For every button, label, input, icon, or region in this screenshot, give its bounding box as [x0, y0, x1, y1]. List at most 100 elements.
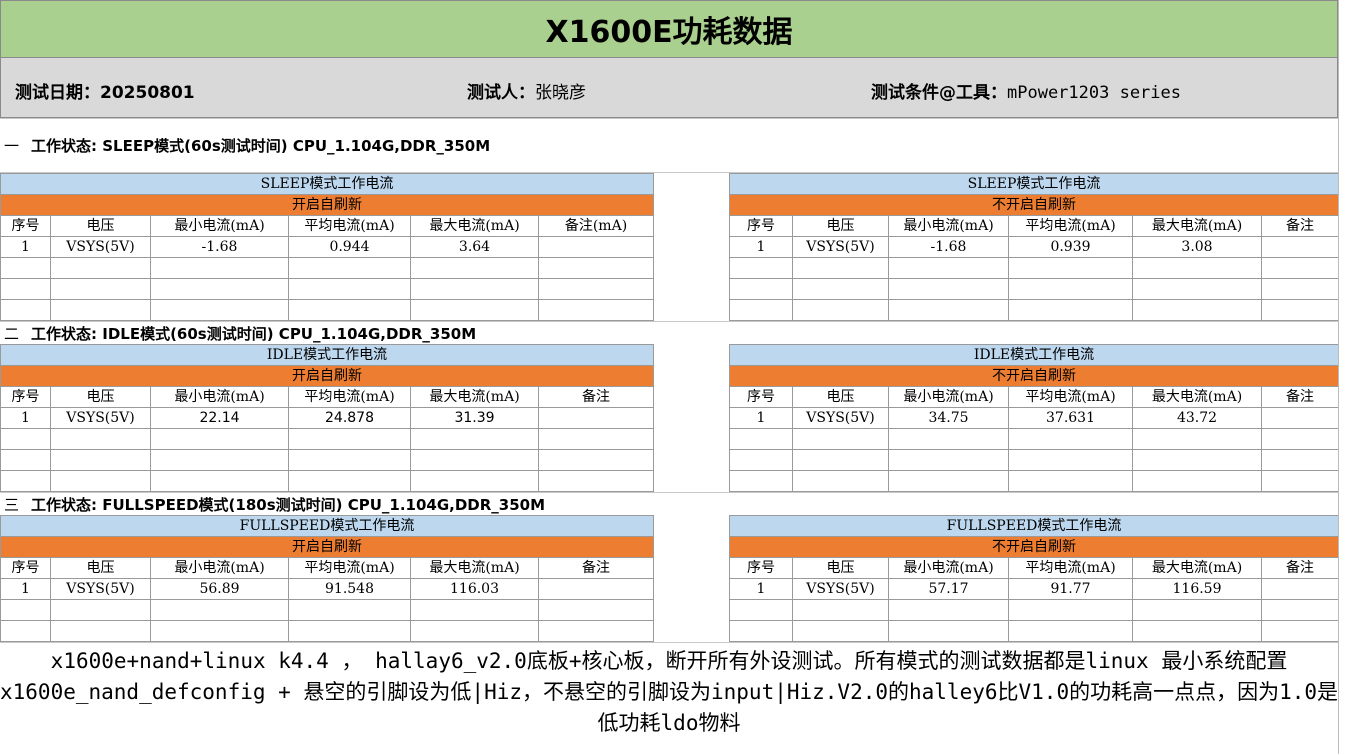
empty-cell [410, 428, 539, 450]
table-cell: 91.77 [1008, 578, 1133, 600]
empty-cell [150, 449, 289, 471]
refresh-mode-label: 开启自刷新 [0, 194, 654, 216]
refresh-mode-label: 不开启自刷新 [729, 536, 1339, 558]
column-header: 电压 [50, 215, 151, 237]
empty-cell [538, 449, 654, 471]
section-label: 工作状态: SLEEP模式(60s测试时间) CPU_1.104G,DDR_35… [31, 137, 491, 155]
empty-cell [1261, 470, 1339, 492]
section-number: 一 [4, 137, 20, 155]
column-header: 序号 [729, 557, 793, 579]
table-cell: 1 [729, 236, 793, 258]
empty-cell [50, 620, 151, 642]
empty-cell [888, 620, 1009, 642]
column-header: 序号 [0, 386, 51, 408]
empty-cell [729, 428, 793, 450]
empty-cell [888, 470, 1009, 492]
empty-cell [410, 470, 539, 492]
empty-cell [1132, 278, 1262, 300]
table-cell: 43.72 [1132, 407, 1262, 429]
table-cell: 1 [729, 578, 793, 600]
empty-row [0, 299, 654, 321]
empty-cell [50, 449, 151, 471]
column-header: 最小电流(mA) [150, 215, 289, 237]
empty-cell [288, 428, 411, 450]
empty-cell [1008, 620, 1133, 642]
column-header: 序号 [0, 557, 51, 579]
empty-cell [792, 299, 889, 321]
empty-cell [1008, 449, 1133, 471]
column-header: 备注 [1261, 386, 1339, 408]
empty-row [0, 278, 654, 300]
table-cell: 116.59 [1132, 578, 1262, 600]
table-cell [538, 236, 654, 258]
power-table-left: SLEEP模式工作电流 开启自刷新 序号 电压 最小电流(mA) 平均电流(mA) 最大电流… [0, 173, 654, 321]
column-header: 备注(mA) [538, 215, 654, 237]
empty-row [729, 599, 1339, 621]
column-header: 平均电流(mA) [1008, 386, 1133, 408]
column-header: 最小电流(mA) [150, 386, 289, 408]
power-table-right: SLEEP模式工作电流 不开启自刷新 序号 电压 最小电流(mA) 平均电流(mA) 最大电… [729, 173, 1339, 321]
empty-cell [0, 470, 51, 492]
column-header: 电压 [50, 386, 151, 408]
empty-cell [1261, 299, 1339, 321]
empty-cell [538, 428, 654, 450]
table-cell: 0.939 [1008, 236, 1133, 258]
empty-row [0, 620, 654, 642]
empty-row [0, 257, 654, 279]
grid-line [0, 172, 1338, 173]
test-date-label: 测试日期： [15, 83, 100, 103]
empty-cell [288, 449, 411, 471]
empty-cell [288, 470, 411, 492]
sheet-title: X1600E功耗数据 [0, 0, 1338, 58]
table-header: FULLSPEED模式工作电流 [729, 515, 1339, 537]
empty-cell [50, 278, 151, 300]
empty-cell [288, 620, 411, 642]
column-header: 序号 [729, 215, 793, 237]
column-header: 电压 [792, 557, 889, 579]
empty-cell [50, 257, 151, 279]
empty-cell [1261, 449, 1339, 471]
empty-row [729, 428, 1339, 450]
empty-cell [150, 299, 289, 321]
column-header: 最大电流(mA) [410, 386, 539, 408]
empty-cell [888, 428, 1009, 450]
empty-cell [538, 620, 654, 642]
refresh-mode-label: 开启自刷新 [0, 536, 654, 558]
table-cell: 31.39 [410, 407, 539, 429]
empty-cell [888, 299, 1009, 321]
empty-cell [0, 299, 51, 321]
power-table-right: IDLE模式工作电流 不开启自刷新 序号 电压 最小电流(mA) 平均电流(mA) 最大电流… [729, 344, 1339, 492]
empty-cell [792, 257, 889, 279]
table-cell [538, 407, 654, 429]
table-header: SLEEP模式工作电流 [729, 173, 1339, 195]
empty-cell [150, 470, 289, 492]
column-header: 最大电流(mA) [1132, 557, 1262, 579]
power-table-right: FULLSPEED模式工作电流 不开启自刷新 序号 电压 最小电流(mA) 平均电流(mA… [729, 515, 1339, 642]
empty-cell [792, 449, 889, 471]
column-header: 序号 [0, 215, 51, 237]
refresh-mode-label: 不开启自刷新 [729, 365, 1339, 387]
empty-cell [0, 449, 51, 471]
table-cell: 1 [0, 407, 51, 429]
tester: 测试人：张晓彦 [467, 78, 586, 103]
grid-line [0, 492, 1338, 493]
empty-row [729, 449, 1339, 471]
grid-line [0, 321, 1338, 322]
empty-cell [50, 599, 151, 621]
empty-cell [729, 620, 793, 642]
empty-cell [888, 278, 1009, 300]
empty-cell [410, 620, 539, 642]
empty-row [0, 428, 654, 450]
empty-cell [1132, 449, 1262, 471]
table-header: FULLSPEED模式工作电流 [0, 515, 654, 537]
table-cell: 22.14 [150, 407, 289, 429]
section-label: 工作状态: FULLSPEED模式(180s测试时间) CPU_1.104G,D… [31, 496, 546, 514]
table-row: 1 VSYS(5V) -1.68 0.944 3.64 [0, 236, 654, 258]
column-header: 最大电流(mA) [1132, 215, 1262, 237]
column-header: 备注 [1261, 215, 1339, 237]
table-cell: 1 [0, 236, 51, 258]
empty-cell [0, 278, 51, 300]
column-header: 备注 [538, 557, 654, 579]
table-row: 1 VSYS(5V) -1.68 0.939 3.08 [729, 236, 1339, 258]
empty-cell [1261, 278, 1339, 300]
